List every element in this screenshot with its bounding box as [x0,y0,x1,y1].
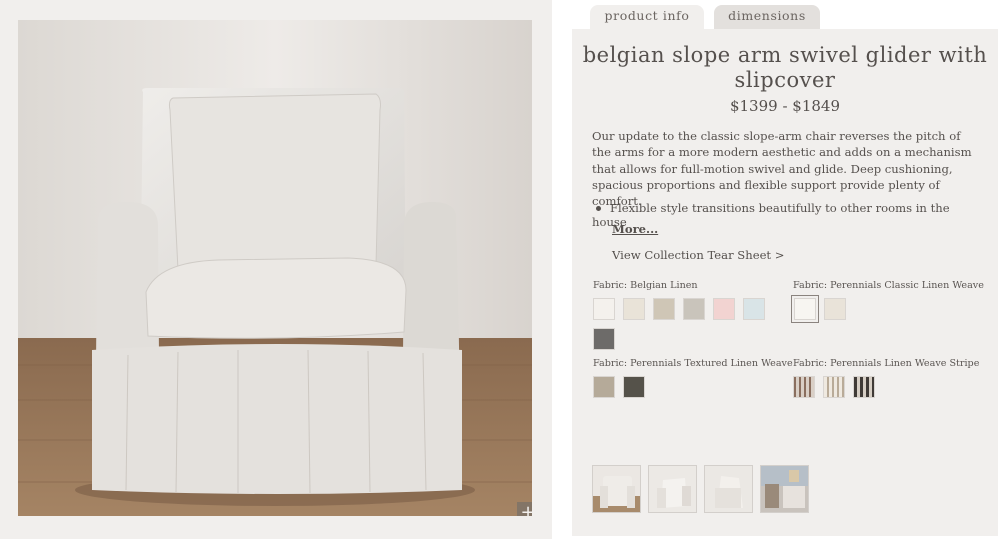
product-title: belgian slope arm swivel glider with sli… [582,43,988,92]
tab-product-info[interactable]: product info [590,5,704,29]
fabric-label-linen-weave-stripe: Fabric: Perennials Linen Weave Stripe [793,358,980,369]
swatch-color [624,299,644,319]
swatch-color [654,299,674,319]
swatch-color [684,299,704,319]
swatch-stripe-3[interactable] [853,376,875,398]
swatch-color [594,377,614,397]
tear-sheet-link[interactable]: View Collection Tear Sheet > [612,248,785,262]
fabric-label-classic-linen-weave: Fabric: Perennials Classic Linen Weave [793,280,984,291]
zoom-icon[interactable]: + [517,502,532,516]
swatch-textured-linen-2[interactable] [623,376,645,398]
thumbnail-image [761,466,808,512]
swatch-textured-linen-1[interactable] [593,376,615,398]
swatch-belgian-linen-4[interactable] [683,298,705,320]
product-hero-image[interactable]: + [18,20,532,516]
product-description: Our update to the classic slope-arm chai… [592,129,972,209]
swatch-color [795,299,815,319]
tab-dimensions[interactable]: dimensions [714,5,820,29]
product-image-panel: + [0,0,552,539]
bullet-dot [596,205,601,211]
product-price: $1399 - $1849 [729,97,841,115]
thumbnail-chair-room[interactable] [760,465,809,513]
thumbnail-chair-front[interactable] [592,465,641,513]
swatch-stripe-2[interactable] [823,376,845,398]
swatch-belgian-linen-2[interactable] [623,298,645,320]
swatch-classic-linen-2[interactable] [824,298,846,320]
thumbnail-chair-angle[interactable] [648,465,697,513]
swatch-color [825,299,845,319]
thumbnail-image [593,466,640,512]
swatch-color [714,299,734,319]
swatch-color [624,377,644,397]
chair-photo [18,20,532,516]
product-info-panel: belgian slope arm swivel glider with sli… [572,29,998,536]
swatch-belgian-linen-3[interactable] [653,298,675,320]
swatch-color [594,329,614,349]
swatch-belgian-linen-7[interactable] [593,328,615,350]
swatch-belgian-linen-5[interactable] [713,298,735,320]
fabric-label-belgian-linen: Fabric: Belgian Linen [593,280,698,291]
swatch-color [594,299,614,319]
swatch-belgian-linen-6[interactable] [743,298,765,320]
swatch-belgian-linen-1[interactable] [593,298,615,320]
more-link[interactable]: More... [612,222,658,236]
thumbnail-image [649,466,696,512]
thumbnail-chair-side[interactable] [704,465,753,513]
swatch-classic-linen-1[interactable] [791,295,819,323]
swatch-color [744,299,764,319]
thumbnail-image [705,466,752,512]
fabric-label-textured-linen-weave: Fabric: Perennials Textured Linen Weave [593,358,793,369]
swatch-stripe-1[interactable] [793,376,815,398]
